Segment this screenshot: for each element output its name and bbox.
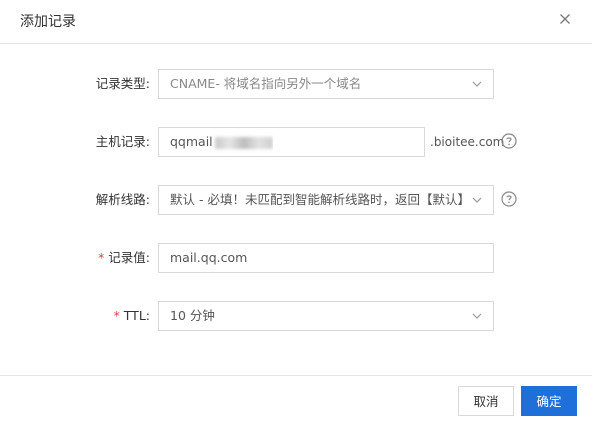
dialog-title: 添加记录 bbox=[20, 14, 76, 30]
host-input[interactable]: qqmail bbox=[158, 127, 425, 157]
cancel-button[interactable]: 取消 bbox=[458, 386, 514, 416]
help-icon[interactable] bbox=[501, 191, 517, 207]
dialog-header: 添加记录 bbox=[0, 0, 592, 44]
dialog-footer: 取消 确定 bbox=[0, 375, 592, 425]
ttl-label: * TTL: bbox=[113, 308, 150, 323]
redacted-text bbox=[214, 136, 273, 149]
help-icon[interactable] bbox=[501, 133, 517, 149]
line-select[interactable]: 默认 - 必填！未匹配到智能解析线路时，返回【默认】... bbox=[158, 185, 494, 215]
record-value-text: mail.qq.com bbox=[170, 250, 248, 265]
add-record-dialog: 添加记录 记录类型: CNAME- 将域名指向另外一个域名 主机记录: qqma… bbox=[0, 0, 592, 424]
host-value: qqmail bbox=[170, 134, 213, 149]
line-value: 默认 - 必填！未匹配到智能解析线路时，返回【默认】... bbox=[170, 192, 470, 207]
record-value-row: * 记录值: mail.qq.com bbox=[0, 243, 592, 273]
host-label: 主机记录: bbox=[95, 134, 150, 149]
host-row: 主机记录: qqmail .bioitee.com bbox=[0, 127, 592, 157]
close-icon[interactable] bbox=[557, 11, 573, 27]
record-value-input[interactable]: mail.qq.com bbox=[158, 243, 494, 273]
record-type-value: CNAME- 将域名指向另外一个域名 bbox=[170, 76, 362, 91]
line-row: 解析线路: 默认 - 必填！未匹配到智能解析线路时，返回【默认】... bbox=[0, 185, 592, 215]
record-type-row: 记录类型: CNAME- 将域名指向另外一个域名 bbox=[0, 69, 592, 99]
domain-suffix: .bioitee.com bbox=[430, 135, 505, 149]
ttl-value: 10 分钟 bbox=[170, 308, 215, 323]
chevron-down-icon bbox=[472, 81, 482, 87]
required-mark: * bbox=[98, 251, 105, 265]
confirm-button[interactable]: 确定 bbox=[521, 386, 577, 416]
chevron-down-icon bbox=[472, 313, 482, 319]
ttl-select[interactable]: 10 分钟 bbox=[158, 301, 494, 331]
line-label: 解析线路: bbox=[95, 192, 150, 207]
record-type-select[interactable]: CNAME- 将域名指向另外一个域名 bbox=[158, 69, 494, 99]
chevron-down-icon bbox=[472, 197, 482, 203]
ttl-row: * TTL: 10 分钟 bbox=[0, 301, 592, 331]
required-mark: * bbox=[113, 309, 120, 323]
record-value-label: * 记录值: bbox=[98, 250, 150, 265]
record-type-label: 记录类型: bbox=[95, 76, 150, 91]
